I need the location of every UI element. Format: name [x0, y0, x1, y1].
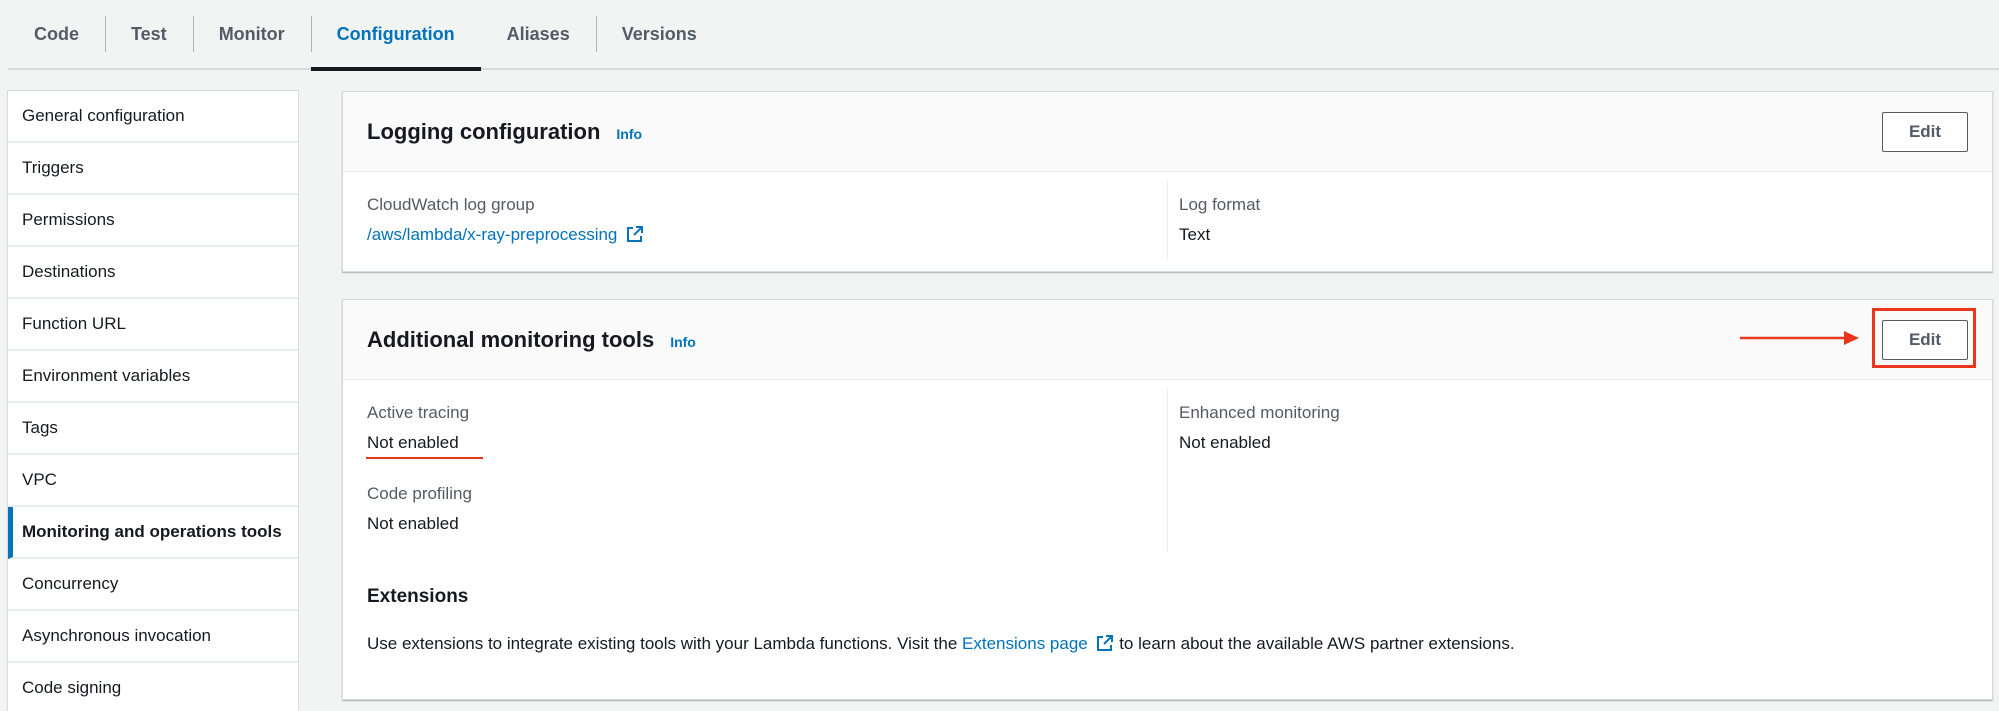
annotation-arrow-icon	[1740, 331, 1859, 345]
extensions-description: Use extensions to integrate existing too…	[367, 634, 1515, 654]
logging-configuration-panel: Logging configuration Info Edit CloudWat…	[342, 91, 1993, 272]
column-divider	[1167, 388, 1168, 552]
extensions-heading: Extensions	[367, 586, 469, 607]
sidebar-item-code-signing[interactable]: Code signing	[8, 663, 298, 711]
sidebar-item-permissions[interactable]: Permissions	[8, 195, 298, 247]
configuration-sidebar: General configuration Triggers Permissio…	[7, 90, 299, 711]
cloudwatch-log-group-link[interactable]: /aws/lambda/x-ray-preprocessing	[367, 225, 617, 244]
cloudwatch-log-group-label: CloudWatch log group	[367, 195, 535, 214]
tab-code[interactable]: Code	[8, 0, 105, 69]
tab-versions[interactable]: Versions	[595, 0, 723, 69]
tab-bar: Code Test Monitor Configuration Aliases …	[8, 0, 1999, 71]
annotation-underline	[366, 457, 483, 459]
code-profiling-label: Code profiling	[367, 484, 472, 503]
enhanced-monitoring-label: Enhanced monitoring	[1179, 403, 1340, 422]
sidebar-item-vpc[interactable]: VPC	[8, 455, 298, 507]
tab-monitor[interactable]: Monitor	[192, 0, 311, 69]
additional-monitoring-tools-panel: Additional monitoring tools Info Edit Ac…	[342, 299, 1993, 700]
active-tracing-value: Not enabled	[367, 433, 459, 452]
logging-info-link[interactable]: Info	[616, 126, 642, 142]
tab-configuration[interactable]: Configuration	[310, 0, 481, 71]
logging-configuration-title: Logging configuration	[367, 118, 601, 144]
active-tracing-label: Active tracing	[367, 403, 470, 422]
sidebar-item-asynchronous-invocation[interactable]: Asynchronous invocation	[8, 611, 298, 663]
extensions-text-after: to learn about the available AWS partner…	[1119, 634, 1515, 653]
extensions-page-link[interactable]: Extensions page	[962, 634, 1088, 653]
column-divider	[1167, 180, 1168, 260]
enhanced-monitoring-value: Not enabled	[1179, 433, 1271, 452]
additional-monitoring-tools-title: Additional monitoring tools	[367, 326, 655, 352]
logging-edit-button[interactable]: Edit	[1882, 112, 1968, 152]
code-profiling-value: Not enabled	[367, 514, 459, 533]
external-link-icon[interactable]	[1096, 634, 1114, 652]
sidebar-item-triggers[interactable]: Triggers	[8, 143, 298, 195]
sidebar-item-general-configuration[interactable]: General configuration	[8, 91, 298, 143]
sidebar-item-environment-variables[interactable]: Environment variables	[8, 351, 298, 403]
sidebar-item-function-url[interactable]: Function URL	[8, 299, 298, 351]
sidebar-item-destinations[interactable]: Destinations	[8, 247, 298, 299]
external-link-icon[interactable]	[626, 225, 644, 243]
monitoring-info-link[interactable]: Info	[670, 334, 696, 350]
annotation-highlight-box	[1872, 308, 1976, 368]
cloudwatch-log-group-value: /aws/lambda/x-ray-preprocessing	[367, 225, 644, 245]
sidebar-item-tags[interactable]: Tags	[8, 403, 298, 455]
log-format-value: Text	[1179, 225, 1211, 244]
sidebar-item-concurrency[interactable]: Concurrency	[8, 559, 298, 611]
log-format-label: Log format	[1179, 195, 1261, 214]
tab-aliases[interactable]: Aliases	[481, 0, 596, 69]
tab-test[interactable]: Test	[105, 0, 193, 69]
logging-configuration-header: Logging configuration Info Edit	[343, 92, 1992, 172]
extensions-text-before: Use extensions to integrate existing too…	[367, 634, 958, 653]
sidebar-item-monitoring-and-operations-tools[interactable]: Monitoring and operations tools	[8, 507, 298, 559]
